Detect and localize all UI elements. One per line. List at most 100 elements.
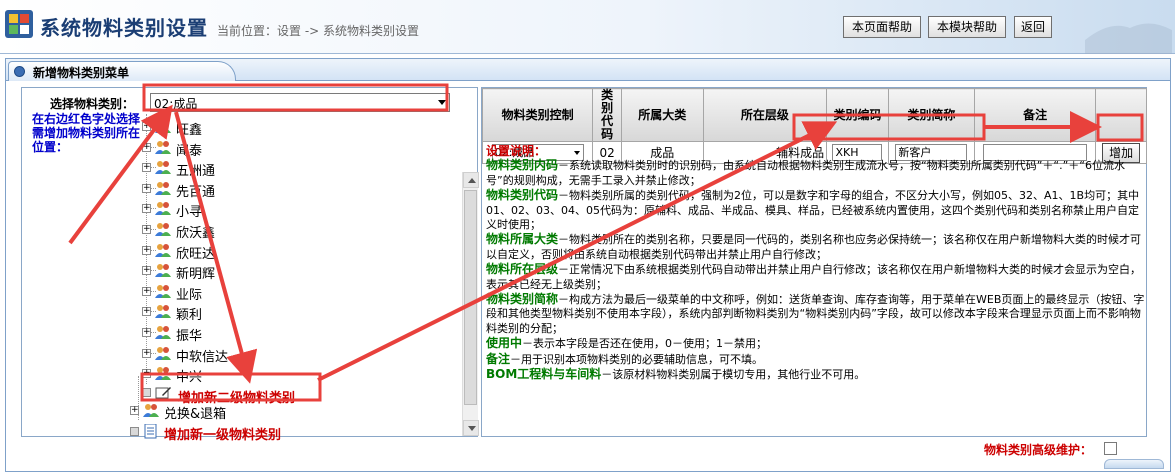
note-item: 物料类别代码－物料类别所属的类别代码，强制为2位，可以是数字和字母的组合，不区分… bbox=[486, 188, 1146, 232]
tree-item-label: 欣沃鑫 bbox=[176, 226, 216, 241]
tree-item-label: 兑换&退箱 bbox=[164, 407, 227, 423]
expand-icon[interactable]: + bbox=[142, 348, 151, 358]
expand-icon[interactable]: + bbox=[142, 286, 151, 296]
note-item: 物料类别简称－构成方法为最后一级菜单的中文称呼，例如：送货单查询、库存查询等，用… bbox=[486, 292, 1146, 336]
category-tree: 百顺 +旺鑫+闻泰+五洲通+先百通+小寻+欣沃鑫+欣旺达+新明辉+业际+颖利+振… bbox=[130, 114, 458, 443]
category-select[interactable]: 02:成品 bbox=[150, 93, 450, 112]
tree-item-label: 小寻 bbox=[176, 205, 203, 221]
add-first-level-label: 增加新一级物料类别 bbox=[164, 428, 282, 443]
note-text: －构成方法为最后一级菜单的中文称呼，例如：送货单查询、库存查询等，用于菜单在WE… bbox=[486, 293, 1145, 335]
advanced-maintenance-label: 物料类别高级维护： bbox=[984, 443, 1093, 457]
tab-label: 新增物料类别菜单 bbox=[33, 66, 130, 80]
header-category: 所属大类 bbox=[620, 88, 704, 142]
note-item: 备注－用于识别本项物料类别的必要辅助信息，可不填。 bbox=[486, 352, 1146, 367]
note-text: －该原材料物料类别属于模切专用，其他行业不可用。 bbox=[601, 368, 866, 382]
note-term: 备注 bbox=[486, 351, 511, 366]
tree-item-label: 新明辉 bbox=[176, 267, 216, 283]
expand-icon[interactable]: + bbox=[142, 225, 151, 234]
note-text: －表示本字段是否还在使用，0－使用；1－禁用； bbox=[522, 337, 768, 351]
position-hint: 在右边红色字处选择需增加物料类别所在位置： bbox=[32, 112, 141, 154]
expand-icon[interactable]: + bbox=[142, 142, 151, 152]
header-short-name: 类别简称 bbox=[887, 88, 975, 142]
tree-leaf-icon bbox=[142, 387, 151, 397]
scroll-up-button[interactable] bbox=[463, 172, 479, 188]
header-level: 所在层级 bbox=[702, 88, 828, 142]
people-icon bbox=[142, 403, 160, 418]
note-term: 物料类别内码 bbox=[486, 158, 559, 173]
table-header-row: 物料类别控制 类别代码 所属大类 所在层级 类别编码 类别简称 备注 bbox=[481, 88, 1147, 142]
note-text: －物料类别所在的类别名称，只要是同一代码的，类别名称也应务必保持统一；该名称仅在… bbox=[486, 233, 1142, 261]
note-item: 物料所在层级－正常情况下由系统根据类别代码自动带出并禁止用户自行修改；该名称仅在… bbox=[486, 262, 1146, 292]
tree-item-label: 闻泰 bbox=[176, 143, 203, 159]
breadcrumb: 当前位置：设置 -> 系统物料类别设置 bbox=[217, 24, 420, 38]
tree-item-label: 先百通 bbox=[176, 184, 216, 200]
scroll-down-button[interactable] bbox=[463, 420, 479, 436]
note-item: 物料所属大类－物料类别所在的类别名称，只要是同一代码的，类别名称也应务必保持统一… bbox=[486, 232, 1146, 262]
settings-notes: 设置说明： 物料类别内码－系统读取物料类别时的识别码，由系统自动根据物料类别生成… bbox=[486, 144, 1146, 383]
people-icon bbox=[154, 160, 172, 175]
note-item: 使用中－表示本字段是否还在使用，0－使用；1－禁用； bbox=[486, 336, 1146, 351]
expand-icon[interactable]: + bbox=[142, 204, 151, 214]
people-icon bbox=[154, 263, 172, 278]
category-select-value: 02:成品 bbox=[154, 97, 198, 111]
page-header: 系统物料类别设置 当前位置：设置 -> 系统物料类别设置 本页面帮助 本模块帮助… bbox=[0, 0, 1175, 54]
scroll-thumb[interactable] bbox=[464, 190, 477, 405]
note-text: －物料类别所属的类别代码，强制为2位，可以是数字和字母的组合，不区分大小写，例如… bbox=[486, 189, 1140, 232]
frame-resize-grip[interactable] bbox=[1104, 459, 1164, 469]
tree-scrollbar[interactable] bbox=[462, 172, 479, 436]
note-term: 物料类别代码 bbox=[486, 188, 559, 203]
header-remark: 备注 bbox=[973, 88, 1097, 142]
tree-item-label: 颖利 bbox=[176, 308, 203, 324]
expand-icon[interactable]: + bbox=[130, 406, 139, 416]
expand-icon[interactable]: + bbox=[142, 183, 151, 193]
document-icon bbox=[142, 423, 160, 439]
note-text: －正常情况下由系统根据类别代码自动带出并禁止用户自行修改；该名称仅在用户新增物料… bbox=[486, 263, 1142, 291]
expand-icon[interactable]: + bbox=[142, 266, 151, 276]
note-term: 物料所在层级 bbox=[486, 262, 559, 277]
people-icon bbox=[154, 366, 172, 381]
advanced-maintenance-checkbox[interactable] bbox=[1104, 442, 1117, 455]
people-icon bbox=[154, 346, 172, 361]
expand-icon[interactable]: + bbox=[142, 369, 151, 379]
expand-icon[interactable]: + bbox=[142, 307, 151, 317]
people-icon bbox=[154, 243, 172, 258]
tab-new-category-menu[interactable]: 新增物料类别菜单 bbox=[8, 61, 236, 81]
back-button[interactable]: 返回 bbox=[1014, 16, 1052, 38]
chevron-down-icon bbox=[438, 100, 446, 105]
header-action bbox=[1095, 88, 1147, 142]
people-icon bbox=[154, 284, 172, 299]
module-help-button[interactable]: 本模块帮助 bbox=[928, 16, 1006, 38]
tab-gear-icon bbox=[14, 66, 25, 77]
tree-item-label: 欣旺达 bbox=[176, 246, 216, 262]
people-icon bbox=[154, 140, 172, 155]
pen-icon bbox=[154, 385, 172, 400]
handshake-icon bbox=[1085, 23, 1172, 54]
note-term: 物料所属大类 bbox=[486, 232, 559, 247]
expand-icon[interactable]: + bbox=[142, 245, 151, 255]
expand-icon[interactable]: + bbox=[142, 122, 151, 131]
tree-item-label: 中兴 bbox=[176, 370, 203, 386]
page-help-button[interactable]: 本页面帮助 bbox=[843, 16, 921, 38]
people-icon bbox=[154, 325, 172, 340]
note-text: －用于识别本项物料类别的必要辅助信息，可不填。 bbox=[510, 352, 764, 366]
notes-title: 设置说明： bbox=[486, 144, 547, 158]
note-term: BOM工程料与车间料 bbox=[486, 367, 602, 382]
people-icon bbox=[154, 181, 172, 196]
tree-item-label: 中软信达 bbox=[176, 349, 229, 365]
category-select-label: 选择物料类别： bbox=[50, 97, 135, 111]
expand-icon[interactable]: + bbox=[142, 328, 151, 337]
header-control: 物料类别控制 bbox=[481, 88, 594, 142]
tree-item-label: 振华 bbox=[176, 329, 203, 344]
tree-item-label: 旺鑫 bbox=[176, 123, 203, 138]
people-icon bbox=[154, 119, 172, 134]
expand-icon[interactable]: + bbox=[142, 163, 151, 173]
category-tree-panel: 选择物料类别： 02:成品 在右边红色字处选择需增加物料类别所在位置： 百顺 +… bbox=[21, 87, 479, 443]
note-term: 物料类别简称 bbox=[486, 292, 559, 307]
page-title: 系统物料类别设置 bbox=[40, 16, 208, 40]
tab-bar: 新增物料类别菜单 bbox=[6, 59, 1170, 81]
tree-leaf-icon bbox=[130, 427, 139, 436]
people-icon bbox=[154, 201, 172, 216]
tree-item-label: 业际 bbox=[176, 287, 203, 303]
people-icon bbox=[154, 304, 172, 319]
category-editor-panel: 物料类别控制 类别代码 所属大类 所在层级 类别编码 类别简称 备注 02:成品 bbox=[481, 87, 1147, 437]
